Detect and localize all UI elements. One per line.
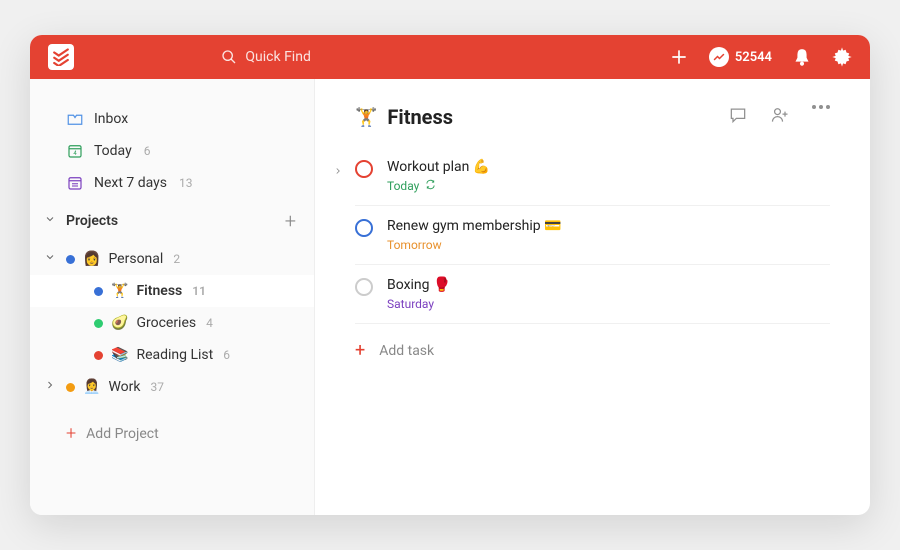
comment-icon	[728, 105, 748, 125]
project-color-dot	[94, 351, 103, 360]
notifications-button[interactable]	[792, 47, 812, 67]
search-icon	[221, 49, 237, 65]
project-label: Groceries	[136, 315, 196, 331]
task-row[interactable]: Workout plan 💪 Today	[355, 147, 830, 206]
project-fitness[interactable]: 🏋️ Fitness 11	[30, 275, 314, 307]
recurring-icon	[425, 179, 436, 193]
inbox-icon	[66, 110, 84, 128]
share-button[interactable]	[770, 105, 790, 129]
sidebar-today[interactable]: 4 Today 6	[30, 135, 314, 167]
project-count: 6	[223, 348, 230, 362]
project-color-dot	[66, 255, 75, 264]
project-emoji: 🥑	[111, 315, 128, 331]
project-actions	[728, 105, 830, 129]
task-checkbox[interactable]	[355, 219, 373, 237]
project-title-emoji: 🏋️	[355, 107, 377, 128]
add-task-button[interactable]: + Add task	[355, 324, 830, 377]
todoist-logo-icon	[52, 48, 70, 66]
chevron-down-icon	[44, 251, 56, 267]
project-emoji: 👩	[83, 251, 100, 267]
today-count: 6	[144, 144, 151, 158]
task-body: Boxing 🥊 Saturday	[387, 277, 450, 311]
project-color-dot	[94, 287, 103, 296]
task-due-date: Saturday	[387, 297, 450, 311]
more-icon	[812, 105, 830, 109]
task-due-date: Tomorrow	[387, 238, 562, 252]
project-count: 4	[206, 316, 213, 330]
add-project-label: Add Project	[86, 426, 159, 442]
task-row[interactable]: Renew gym membership 💳 Tomorrow	[355, 206, 830, 265]
project-emoji: 🏋️	[111, 283, 128, 299]
app-body: Inbox 4 Today 6 Next 7 days 13 Projects …	[30, 79, 870, 515]
task-title: Renew gym membership 💳	[387, 218, 562, 234]
task-title: Workout plan 💪	[387, 159, 490, 175]
task-title: Boxing 🥊	[387, 277, 450, 293]
project-emoji: 📚	[111, 347, 128, 363]
project-label: Work	[108, 379, 140, 395]
plus-icon: +	[66, 423, 76, 444]
task-checkbox[interactable]	[355, 278, 373, 296]
project-color-dot	[66, 383, 75, 392]
chevron-right-icon	[333, 166, 343, 176]
plus-icon: +	[355, 340, 365, 361]
project-personal[interactable]: 👩 Personal 2	[30, 243, 314, 275]
add-task-label: Add task	[379, 343, 434, 359]
project-title: Fitness	[387, 105, 453, 129]
svg-text:4: 4	[73, 150, 77, 157]
add-project-plus-button[interactable]: +	[285, 209, 296, 233]
project-label: Fitness	[136, 283, 182, 299]
more-button[interactable]	[812, 105, 830, 129]
next7-count: 13	[179, 176, 193, 190]
project-header: 🏋️ Fitness	[355, 105, 830, 129]
settings-button[interactable]	[832, 47, 852, 67]
quick-add-button[interactable]	[669, 47, 689, 67]
projects-header-label: Projects	[66, 213, 118, 229]
karma-score[interactable]: 52544	[709, 47, 772, 67]
project-count: 11	[192, 284, 206, 298]
project-color-dot	[94, 319, 103, 328]
app-window: Quick Find 52544	[30, 35, 870, 515]
task-checkbox[interactable]	[355, 160, 373, 178]
gear-icon	[832, 47, 852, 67]
calendar-icon	[66, 174, 84, 192]
expand-subtasks-button[interactable]	[333, 161, 343, 180]
project-count: 2	[173, 252, 180, 266]
karma-icon	[709, 47, 729, 67]
inbox-label: Inbox	[94, 111, 128, 127]
app-logo[interactable]	[48, 44, 74, 70]
task-row[interactable]: Boxing 🥊 Saturday	[355, 265, 830, 324]
topbar-actions: 52544	[669, 47, 852, 67]
add-project-button[interactable]: + Add Project	[30, 409, 314, 458]
project-groceries[interactable]: 🥑 Groceries 4	[30, 307, 314, 339]
chevron-down-icon	[44, 213, 56, 229]
bell-icon	[792, 47, 812, 67]
chevron-right-icon	[44, 379, 56, 395]
topbar: Quick Find 52544	[30, 35, 870, 79]
project-emoji: 👩‍💼	[83, 379, 100, 395]
project-count: 37	[150, 380, 164, 394]
project-label: Reading List	[136, 347, 213, 363]
task-body: Workout plan 💪 Today	[387, 159, 490, 193]
project-reading[interactable]: 📚 Reading List 6	[30, 339, 314, 371]
comments-button[interactable]	[728, 105, 748, 129]
today-label: Today	[94, 143, 132, 159]
next7-label: Next 7 days	[94, 175, 167, 191]
karma-points: 52544	[735, 50, 772, 65]
task-body: Renew gym membership 💳 Tomorrow	[387, 218, 562, 252]
task-due-date: Today	[387, 179, 490, 193]
search-placeholder: Quick Find	[245, 49, 310, 65]
search-input[interactable]: Quick Find	[221, 49, 521, 65]
sidebar-inbox[interactable]: Inbox	[30, 103, 314, 135]
add-person-icon	[770, 105, 790, 125]
sidebar-next7[interactable]: Next 7 days 13	[30, 167, 314, 199]
sidebar: Inbox 4 Today 6 Next 7 days 13 Projects …	[30, 79, 315, 515]
projects-header[interactable]: Projects +	[30, 199, 314, 243]
main-content: 🏋️ Fitness	[315, 79, 870, 515]
project-label: Personal	[108, 251, 163, 267]
plus-icon	[669, 47, 689, 67]
project-work[interactable]: 👩‍💼 Work 37	[30, 371, 314, 403]
today-icon: 4	[66, 142, 84, 160]
